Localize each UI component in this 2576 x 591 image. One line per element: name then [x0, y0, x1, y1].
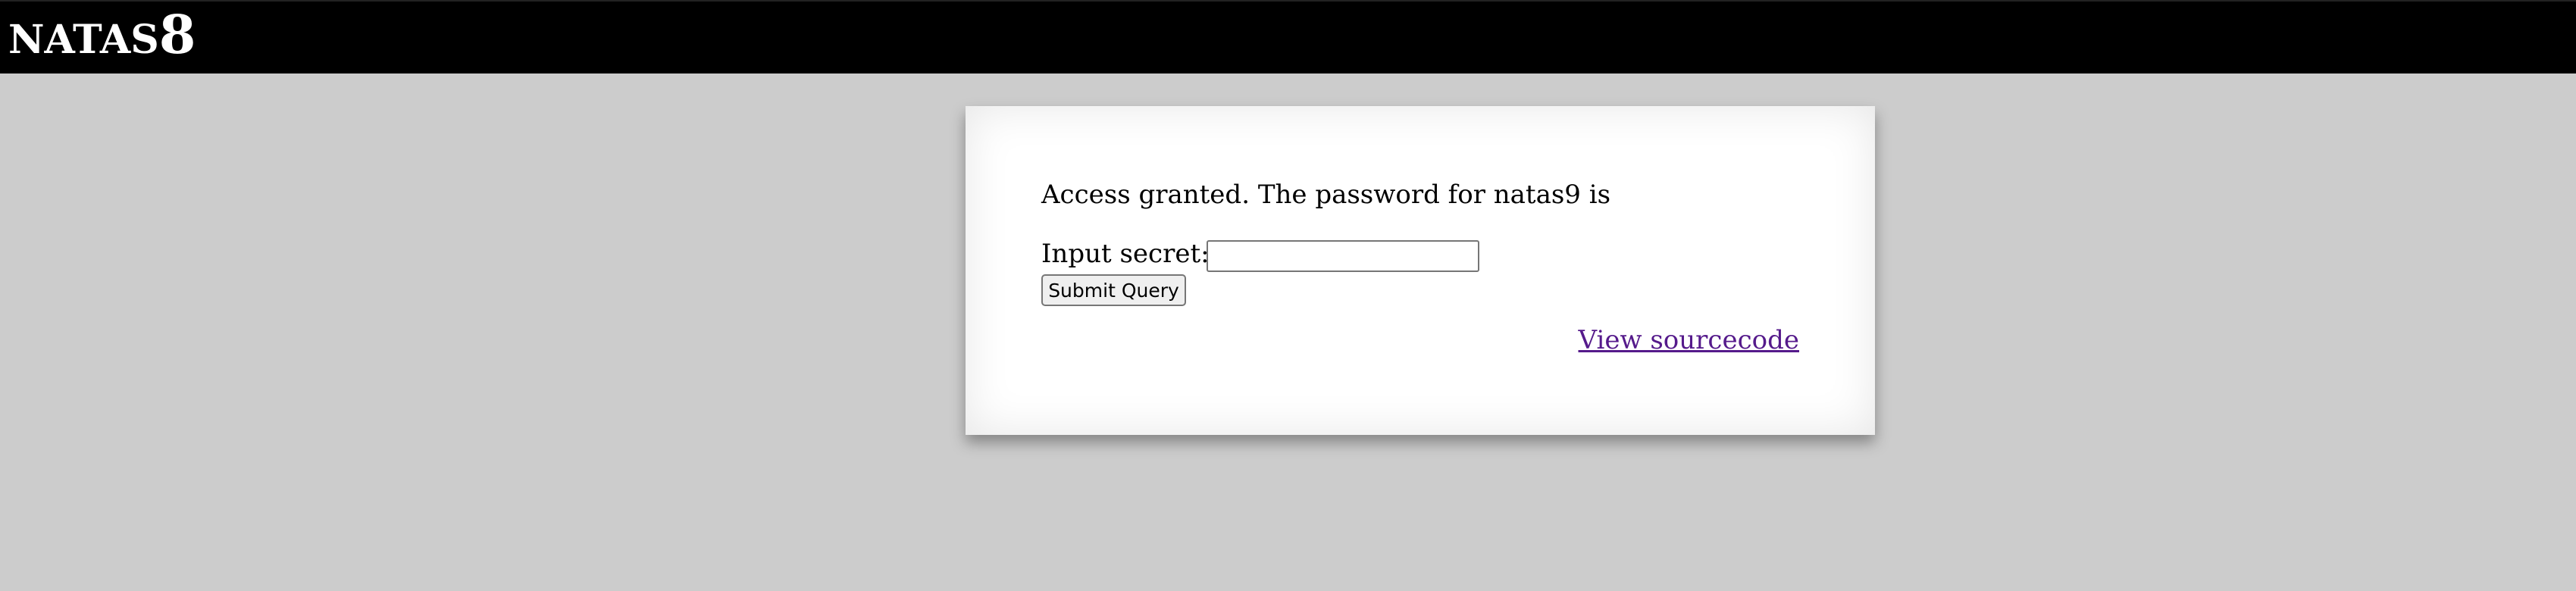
site-header: NATAS8	[0, 0, 2576, 73]
input-secret-label: Input secret:	[1041, 239, 1210, 269]
content-panel: Access granted. The password for natas9 …	[966, 106, 1875, 435]
secret-input[interactable]	[1207, 240, 1479, 272]
access-message: Access granted. The password for natas9 …	[1041, 180, 1611, 210]
submit-query-button[interactable]: Submit Query	[1041, 274, 1186, 306]
site-title-number: 8	[158, 3, 196, 66]
site-title: NATAS8	[8, 8, 196, 61]
site-title-word: NATAS	[8, 17, 159, 63]
view-sourcecode-link[interactable]: View sourcecode	[1579, 327, 1800, 353]
